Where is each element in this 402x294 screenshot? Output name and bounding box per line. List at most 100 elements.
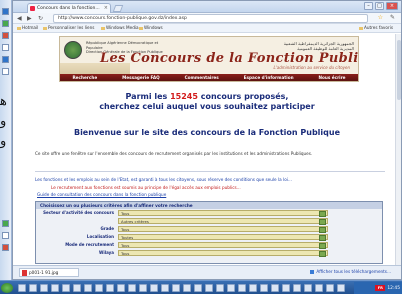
taskbar-app-icon[interactable]: [95, 284, 103, 292]
form-row: Grade Tous: [36, 225, 382, 233]
page-content: République Algérienne Démocratique et Po…: [13, 34, 401, 266]
banner-arabic-header: الجمهورية الجزائرية الديمقراطية الشعبية …: [254, 41, 354, 51]
taskbar-app-icon[interactable]: [216, 284, 224, 292]
taskbar-app-icon[interactable]: [73, 284, 81, 292]
maximize-button[interactable]: □: [375, 2, 384, 10]
select-grade[interactable]: Tous: [118, 226, 328, 233]
bookmark-item[interactable]: Windows: [139, 24, 163, 32]
start-button[interactable]: [1, 283, 13, 293]
guide-link[interactable]: Guide de consultation des concours dans …: [37, 192, 166, 197]
taskbar-app-icon[interactable]: [117, 284, 125, 292]
taskbar-app-icon[interactable]: [84, 284, 92, 292]
form-row: Localisation Toutes: [36, 233, 382, 241]
taskbar-app-icon[interactable]: [238, 284, 246, 292]
taskbar-app-icon[interactable]: [260, 284, 268, 292]
headline-suffix: concours proposés,: [197, 92, 289, 101]
taskbar-app-icon[interactable]: [128, 284, 136, 292]
desktop-app-icon[interactable]: [2, 32, 9, 39]
tab-title: Concours dans la fonction...: [37, 6, 100, 11]
menu-item-recherche[interactable]: Recherche: [72, 75, 97, 80]
menu-item-information[interactable]: Espace d'information: [244, 75, 294, 80]
desktop-app-icon[interactable]: [2, 44, 9, 51]
browser-titlebar: Concours dans la fonction... × – □ ×: [13, 1, 401, 13]
bookmark-item[interactable]: Personnaliser les liens: [43, 24, 94, 32]
select-mode-recrutement[interactable]: Tous: [118, 242, 328, 249]
intro-text: Ce site offre une fenêtre sur l'ensemble…: [35, 151, 313, 156]
site-logo: Les Concours de la Fonction Publique: [100, 51, 359, 66]
form-row: Autres critères: [36, 217, 382, 225]
menu-item-commentaires[interactable]: Commentaires: [185, 75, 219, 80]
form-row: Secteur d'activité des concours Tous: [36, 209, 382, 217]
reload-icon[interactable]: ↻: [38, 15, 43, 22]
select-autres-criteres[interactable]: Autres critères: [118, 218, 328, 225]
language-indicator[interactable]: FR: [375, 285, 386, 291]
taskbar-app-icon[interactable]: [172, 284, 180, 292]
taskbar-app-icon[interactable]: [106, 284, 114, 292]
taskbar-app-icon[interactable]: [18, 284, 26, 292]
taskbar-app-icon[interactable]: [150, 284, 158, 292]
field-label: Wilaya: [98, 250, 114, 255]
scrollbar-thumb[interactable]: [397, 40, 401, 100]
field-label: Grade: [100, 226, 114, 231]
desktop-app-icon[interactable]: [2, 20, 9, 27]
show-all-downloads-link[interactable]: Afficher tous les téléchargements...: [310, 269, 391, 274]
taskbar-app-icon[interactable]: [29, 284, 37, 292]
taskbar-app-icon[interactable]: [315, 284, 323, 292]
bookmarks-bar: Hotmail Personnaliser les liens Windows …: [13, 24, 401, 33]
site-banner: République Algérienne Démocratique et Po…: [59, 36, 359, 82]
browser-tab[interactable]: Concours dans la fonction... ×: [27, 3, 111, 13]
bookmark-star-icon[interactable]: ☆: [378, 14, 383, 21]
other-bookmarks[interactable]: Autres favoris: [359, 24, 393, 32]
headline-subline: cherchez celui auquel vous souhaitez par…: [99, 102, 315, 111]
forward-icon[interactable]: ▶: [27, 15, 32, 22]
select-localisation[interactable]: Toutes: [118, 234, 328, 241]
desktop-app-icon[interactable]: [2, 244, 9, 251]
desktop-app-icon[interactable]: [2, 8, 9, 15]
system-tray: FR 12:45: [354, 282, 402, 294]
taskbar-app-icon[interactable]: [227, 284, 235, 292]
menu-wrench-icon[interactable]: ✎: [390, 14, 395, 21]
minimize-button[interactable]: –: [364, 2, 373, 10]
info-line-blue: Les fonctions et les emplois au sein de …: [35, 177, 292, 182]
menu-item-nous-ecrire[interactable]: Nous écrire: [318, 75, 345, 80]
back-icon[interactable]: ◀: [17, 15, 22, 22]
banner-subtitle: L'administration au service du citoyen: [273, 65, 350, 70]
desktop-app-icon[interactable]: [2, 232, 9, 239]
desktop-app-icon[interactable]: [2, 68, 9, 75]
taskbar-app-icon[interactable]: [183, 284, 191, 292]
address-bar[interactable]: http://www.concours.fonction-publique.go…: [53, 14, 368, 23]
download-item[interactable]: p001-1 91.jpg: [19, 268, 79, 277]
taskbar-app-icon[interactable]: [326, 284, 334, 292]
taskbar-app-icon[interactable]: [194, 284, 202, 292]
close-window-button[interactable]: ×: [386, 2, 398, 10]
taskbar-app-icon[interactable]: [282, 284, 290, 292]
menu-item-messagerie[interactable]: Messagerie FAQ: [122, 75, 160, 80]
taskbar-app-icon[interactable]: [62, 284, 70, 292]
taskbar-app-icon[interactable]: [139, 284, 147, 292]
taskbar-app-icon[interactable]: [51, 284, 59, 292]
form-title: Choisissez un ou plusieurs critères afin…: [36, 202, 382, 209]
taskbar-app-icon[interactable]: [40, 284, 48, 292]
info-line-red: Le recrutement aux fonctions est soumis …: [51, 185, 241, 190]
desktop-app-icon[interactable]: [2, 56, 9, 63]
vertical-scrollbar[interactable]: [395, 34, 401, 266]
concours-count: 15245: [170, 92, 198, 101]
select-wilaya[interactable]: Tous: [118, 250, 328, 257]
taskbar-app-icon[interactable]: [161, 284, 169, 292]
clock[interactable]: 12:45: [387, 286, 400, 291]
taskbar-app-icon[interactable]: [249, 284, 257, 292]
taskbar-app-icon[interactable]: [271, 284, 279, 292]
select-secteur[interactable]: Tous: [118, 210, 328, 217]
new-tab-button[interactable]: [112, 5, 124, 12]
bookmark-item[interactable]: Windows Media: [101, 24, 139, 32]
taskbar-app-icon[interactable]: [304, 284, 312, 292]
bookmark-item[interactable]: Hotmail: [17, 24, 38, 32]
form-row: Mode de recrutement Tous: [36, 241, 382, 249]
taskbar-app-icon[interactable]: [205, 284, 213, 292]
field-label: Mode de recrutement: [65, 242, 114, 247]
taskbar-app-icon[interactable]: [337, 284, 345, 292]
taskbar-app-icon[interactable]: [293, 284, 301, 292]
close-tab-icon[interactable]: ×: [104, 4, 108, 13]
form-row: Wilaya Tous: [36, 249, 382, 257]
desktop-app-icon[interactable]: [2, 220, 9, 227]
